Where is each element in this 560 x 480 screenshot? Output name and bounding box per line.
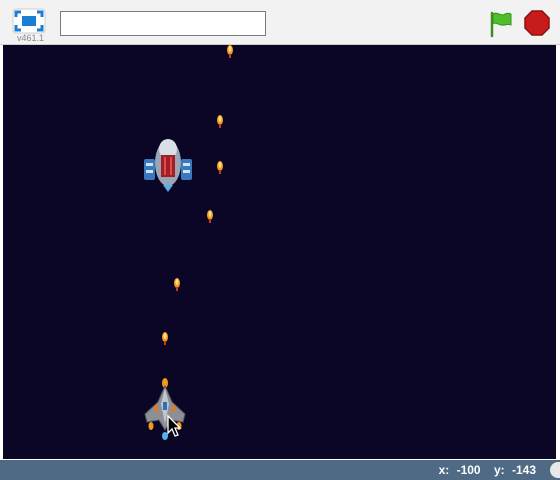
green-flag-icon (490, 11, 512, 38)
status-bar: x: -100 y: -143 (0, 460, 560, 480)
bullet-sprite (217, 161, 223, 174)
mouse-coordinates: x: -100 y: -143 (435, 463, 542, 477)
toolbar: v461.1 (0, 0, 560, 45)
resize-handle[interactable] (550, 462, 560, 478)
player-ship-sprite[interactable] (144, 378, 186, 440)
enemy-ship-sprite[interactable] (144, 139, 192, 192)
bullet-sprite (207, 210, 213, 223)
bullet-sprite (162, 332, 168, 345)
y-value: -143 (511, 463, 536, 477)
y-label: y: (493, 463, 505, 477)
bullet-sprite (227, 45, 233, 58)
stop-sign-icon (524, 10, 550, 36)
fullscreen-icon (12, 8, 46, 34)
stage[interactable] (3, 45, 556, 459)
version-label: v461.1 (17, 33, 45, 43)
x-value: -100 (456, 463, 481, 477)
stop-button[interactable] (523, 9, 551, 37)
stage-canvas (144, 45, 233, 440)
project-title-input[interactable] (60, 11, 266, 36)
green-flag-button[interactable] (486, 10, 514, 38)
bullet-sprite (217, 115, 223, 128)
presentation-mode-button[interactable] (12, 8, 46, 34)
x-label: x: (438, 463, 450, 477)
bullet-sprite (174, 278, 180, 291)
